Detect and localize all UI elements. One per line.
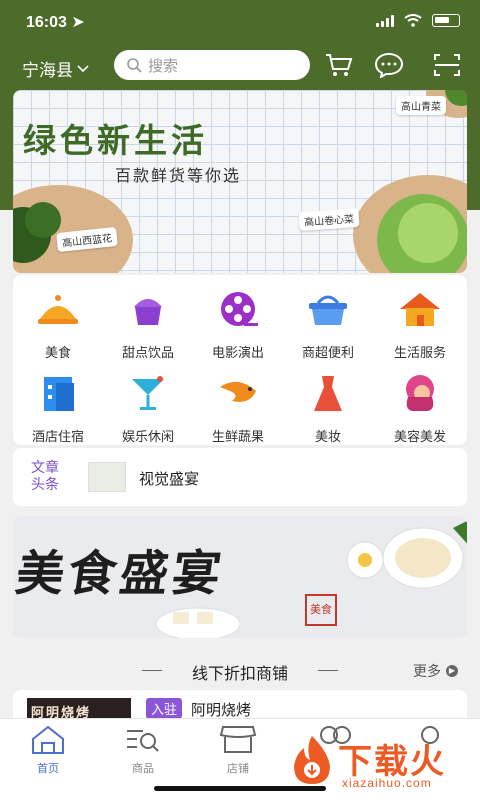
- status-icons: [376, 14, 460, 27]
- cart-icon[interactable]: [324, 52, 354, 78]
- chevron-right-icon: ▶: [446, 665, 458, 677]
- category-movies[interactable]: 电影演出: [193, 289, 283, 361]
- food-dishes-image: [346, 521, 467, 589]
- shrimp-icon: [220, 381, 256, 402]
- more-link[interactable]: 更多 ▶: [413, 661, 458, 681]
- promo-title: 美食盛宴: [13, 546, 229, 602]
- hero-banner[interactable]: 绿色新生活 百款鲜货等你选 高山西蓝花 高山卷心菜 高山青菜: [13, 90, 467, 273]
- tab-label: 首页: [37, 763, 59, 775]
- tab-label: 商品: [132, 763, 154, 775]
- message-icon[interactable]: [374, 52, 404, 78]
- category-supermarket[interactable]: 商超便利: [283, 289, 373, 361]
- banner-tag: 高山青菜: [396, 96, 446, 115]
- article-tag-line2: 头条: [31, 476, 59, 492]
- city-label: 宁海县: [22, 61, 73, 80]
- tofu-dish-image: [155, 607, 241, 638]
- signal-icon: [376, 14, 394, 27]
- house-icon: [400, 293, 440, 326]
- category-label: 电影演出: [211, 345, 264, 360]
- cocktail-icon: [132, 376, 164, 410]
- divider: [318, 670, 338, 671]
- discount-shops-section-header: 线下折扣商铺 更多 ▶: [0, 658, 480, 683]
- category-entertainment[interactable]: 娱乐休闲: [103, 373, 193, 445]
- banner-subtitle: 百款鲜货等你选: [115, 168, 242, 185]
- tab-home[interactable]: 首页: [18, 723, 78, 776]
- cake-icon: [134, 299, 162, 325]
- tab-goods[interactable]: 商品: [113, 723, 173, 776]
- category-life-services[interactable]: 生活服务: [375, 289, 465, 361]
- category-fresh[interactable]: 生鲜蔬果: [193, 373, 283, 445]
- category-label: 美妆: [314, 429, 341, 444]
- shop-name: 阿明烧烤: [191, 702, 252, 719]
- plate-broccoli-image: [13, 185, 133, 273]
- flame-icon: [294, 736, 330, 784]
- scan-icon[interactable]: [432, 52, 462, 78]
- tab-label: 店铺: [227, 763, 249, 775]
- article-headline: 视觉盛宴: [139, 471, 200, 488]
- category-hair[interactable]: 美容美发: [375, 373, 465, 445]
- top-header: 宁海县 搜索: [0, 48, 480, 84]
- search-placeholder: 搜索: [148, 57, 179, 75]
- category-label: 娱乐休闲: [121, 429, 174, 444]
- watermark-url: xiazaihuo.com: [342, 776, 432, 790]
- category-dessert[interactable]: 甜点饮品: [103, 289, 193, 361]
- category-grid: 美食 甜点饮品 电影演出 商超便利 生活服务 酒店住宿 娱乐休闲 生鲜蔬果 美妆…: [13, 275, 467, 445]
- hair-icon: [406, 375, 434, 411]
- chevron-down-icon: [77, 64, 89, 72]
- home-icon: [32, 725, 64, 754]
- status-time: 16:03 ➤: [26, 14, 85, 31]
- category-label: 美食: [44, 345, 71, 360]
- category-hotel[interactable]: 酒店住宿: [13, 373, 103, 445]
- article-thumbnail: [88, 462, 126, 492]
- category-label: 生活服务: [393, 345, 446, 360]
- promo-stamp: 美食: [305, 594, 337, 626]
- settled-badge: 入驻: [146, 698, 183, 719]
- banner-title: 绿色新生活: [23, 121, 208, 160]
- tab-store[interactable]: 店铺: [208, 723, 268, 776]
- article-tag-line1: 文章: [31, 459, 59, 475]
- category-beauty[interactable]: 美妆: [283, 373, 373, 445]
- search-icon: [127, 58, 142, 73]
- status-bar: 16:03 ➤: [0, 0, 480, 44]
- category-food[interactable]: 美食: [13, 289, 103, 361]
- section-title: 线下折扣商铺: [191, 666, 288, 683]
- category-label: 生鲜蔬果: [211, 429, 264, 444]
- category-label: 酒店住宿: [31, 429, 84, 444]
- store-icon: [219, 726, 257, 753]
- battery-icon: [432, 14, 460, 27]
- home-indicator[interactable]: [154, 786, 326, 791]
- more-label: 更多: [413, 663, 441, 679]
- dress-icon: [314, 376, 342, 411]
- goods-search-icon: [127, 730, 159, 752]
- promo-banner[interactable]: 美食盛宴 美食: [13, 516, 467, 638]
- food-icon: [38, 295, 78, 324]
- category-label: 美容美发: [393, 429, 446, 444]
- article-headline-bar[interactable]: 文章 头条 视觉盛宴: [13, 448, 467, 506]
- basket-icon: [309, 295, 347, 325]
- city-selector[interactable]: 宁海县: [22, 56, 89, 81]
- category-label: 甜点饮品: [121, 345, 174, 360]
- article-tag: 文章 头条: [25, 459, 65, 493]
- hotel-icon: [44, 377, 74, 411]
- category-label: 商超便利: [301, 345, 354, 360]
- wifi-icon: [404, 14, 422, 27]
- film-reel-icon: [221, 292, 258, 326]
- plate-cabbage-image: [353, 175, 467, 273]
- search-input[interactable]: 搜索: [114, 50, 310, 80]
